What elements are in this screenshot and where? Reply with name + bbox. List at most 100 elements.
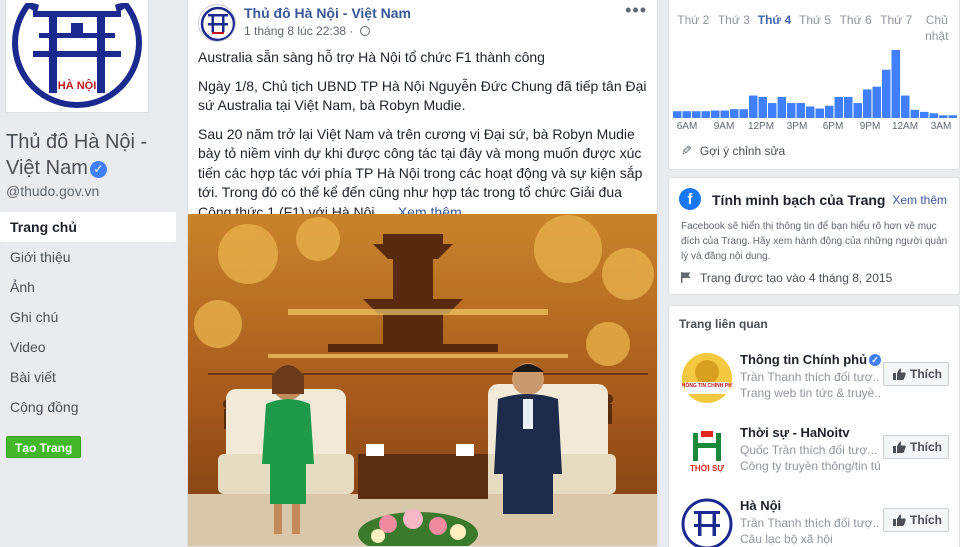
related-page-logo[interactable]: THÔNG TIN CHÍNH PHỦ: [681, 352, 733, 404]
related-page-item: Hà Nội Trần Thanh thích đối tượ... Câu l…: [669, 498, 960, 547]
hanoitv-logo-icon: THỜI SỰ: [681, 425, 733, 477]
tab-thursday[interactable]: Thứ 5: [795, 12, 836, 44]
related-page-logo[interactable]: THỜI SỰ: [681, 425, 733, 477]
hour-bar[interactable]: [815, 108, 825, 118]
page-title-text: Thủ đô Hà Nội - Việt Nam: [6, 131, 148, 179]
page-profile-picture[interactable]: HÀ NỘI: [6, 0, 148, 112]
nav-item-notes[interactable]: Ghi chú: [0, 302, 176, 332]
hanoi-logo-small-icon: [200, 6, 235, 41]
tab-saturday[interactable]: Thứ 7: [876, 12, 917, 44]
related-pages-card: Trang liên quan THÔNG TIN CHÍNH PHỦ Thôn…: [668, 305, 960, 547]
hour-bar[interactable]: [768, 103, 777, 118]
tab-sunday[interactable]: Chủ nhật: [916, 12, 957, 44]
friend-action: thích đối tượ...: [796, 443, 878, 457]
hour-label: 6PM: [822, 121, 844, 132]
hour-bar[interactable]: [863, 89, 872, 118]
hour-bar[interactable]: [673, 111, 682, 118]
related-page-item: THỜI SỰ Thời sự - HaNoitv Quốc Trần thíc…: [669, 425, 960, 489]
post-body: Australia sẵn sàng hỗ trợ Hà Nội tổ chức…: [198, 48, 648, 231]
like-label: Thích: [910, 513, 942, 527]
hour-bar[interactable]: [834, 96, 844, 118]
related-page-name[interactable]: Thông tin Chính phủ ✓: [740, 352, 882, 367]
hour-label: 9AM: [713, 121, 735, 132]
related-page-logo[interactable]: [681, 498, 733, 547]
hour-bar[interactable]: [682, 111, 692, 118]
hour-label: 3PM: [786, 121, 808, 132]
hour-bar[interactable]: [796, 103, 806, 118]
hour-bar[interactable]: [806, 106, 815, 118]
create-page-button[interactable]: Tạo Trang: [6, 436, 82, 458]
related-page-name[interactable]: Thời sự - HaNoitv: [740, 425, 850, 440]
hour-label: 12PM: [747, 121, 775, 132]
transparency-description: Facebook sẽ hiển thị thông tin để bạn hi…: [681, 221, 948, 262]
hour-bar[interactable]: [711, 110, 720, 118]
friend-name[interactable]: Quốc Trần: [740, 443, 796, 457]
post-paragraph: Ngày 1/8, Chủ tịch UBND TP Hà Nội Nguyễn…: [198, 77, 647, 114]
hour-bar[interactable]: [701, 111, 711, 118]
tab-wednesday[interactable]: Thứ 4: [754, 12, 795, 44]
suggest-edit-link[interactable]: ✎ Gợi ý chỉnh sửa: [681, 143, 785, 159]
nav-item-videos[interactable]: Video: [0, 332, 176, 362]
hour-axis-labels: 6AM 9AM 12PM 3PM 6PM 9PM 12AM 3AM: [673, 121, 957, 135]
meeting-photo-illustration: [188, 214, 657, 546]
hour-bar[interactable]: [787, 103, 796, 118]
related-page-category: Công ty truyền thông/tin tức: [740, 459, 880, 473]
hour-bar[interactable]: [825, 105, 834, 118]
hour-bar[interactable]: [758, 96, 768, 118]
hour-bar[interactable]: [730, 109, 739, 118]
like-button[interactable]: Thích: [883, 508, 949, 532]
hour-bar[interactable]: [853, 103, 863, 118]
like-button[interactable]: Thích: [883, 435, 949, 459]
nav-item-about[interactable]: Giới thiệu: [0, 242, 176, 272]
hour-bar[interactable]: [939, 115, 948, 118]
hour-bar[interactable]: [948, 115, 958, 118]
page-nav: Trang chủ Giới thiệu Ảnh Ghi chú Video B…: [0, 212, 176, 422]
nav-item-posts[interactable]: Bài viết: [0, 362, 176, 392]
friend-name[interactable]: Trần Thanh: [740, 370, 801, 384]
like-label: Thích: [910, 440, 942, 454]
post-timestamp[interactable]: 1 tháng 8 lúc 22:38: [244, 24, 346, 38]
page-username: @thudo.gov.vn: [6, 183, 100, 199]
hour-bar[interactable]: [891, 50, 901, 118]
more-options-icon[interactable]: •••: [625, 0, 647, 21]
post-author-avatar[interactable]: [198, 4, 236, 42]
hanoi-logo-icon: [681, 498, 733, 547]
hour-bar[interactable]: [901, 95, 910, 118]
hour-bar[interactable]: [929, 113, 939, 118]
post-meta: 1 tháng 8 lúc 22:38 ·: [244, 24, 370, 38]
like-button[interactable]: Thích: [883, 362, 949, 386]
nav-item-community[interactable]: Cộng đồng: [0, 392, 176, 422]
hour-bar[interactable]: [720, 110, 730, 118]
facebook-icon: f: [679, 188, 701, 210]
post-author-name[interactable]: Thủ đô Hà Nội - Việt Nam: [244, 5, 411, 21]
verified-badge-icon: ✓: [869, 354, 882, 366]
like-label: Thích: [910, 367, 942, 381]
hour-bar[interactable]: [844, 96, 853, 118]
hour-bar[interactable]: [872, 86, 882, 118]
hour-bar[interactable]: [739, 109, 749, 118]
friend-name[interactable]: Trần Thanh: [740, 516, 801, 530]
transparency-title: Tính minh bạch của Trang: [712, 192, 886, 208]
hour-bar[interactable]: [882, 69, 891, 118]
flag-icon: [681, 272, 691, 283]
friend-action: thích đối tượ...: [801, 516, 880, 530]
page-created-date: Trang được tạo vào 4 tháng 8, 2015: [680, 271, 892, 285]
nav-item-photos[interactable]: Ảnh: [0, 272, 176, 302]
related-page-category: Câu lạc bộ xã hội: [740, 532, 833, 546]
hour-bar[interactable]: [777, 96, 787, 118]
hour-bar[interactable]: [749, 95, 758, 118]
page-title[interactable]: Thủ đô Hà Nội - Việt Nam ✓: [6, 129, 156, 181]
emblem-icon: THÔNG TIN CHÍNH PHỦ: [681, 353, 733, 403]
transparency-see-more-link[interactable]: Xem thêm: [892, 193, 947, 207]
post-photo[interactable]: [188, 214, 657, 546]
related-page-name[interactable]: Hà Nội: [740, 498, 781, 513]
emblem-caption: THÔNG TIN CHÍNH PHỦ: [681, 381, 733, 389]
hour-bar[interactable]: [910, 109, 920, 118]
hour-bar[interactable]: [692, 111, 701, 118]
tab-friday[interactable]: Thứ 6: [835, 12, 876, 44]
tab-monday[interactable]: Thứ 2: [673, 12, 714, 44]
hour-label: 6AM: [676, 121, 698, 132]
nav-item-home[interactable]: Trang chủ: [0, 212, 176, 242]
tab-tuesday[interactable]: Thứ 3: [714, 12, 755, 44]
hour-bar[interactable]: [920, 111, 929, 118]
